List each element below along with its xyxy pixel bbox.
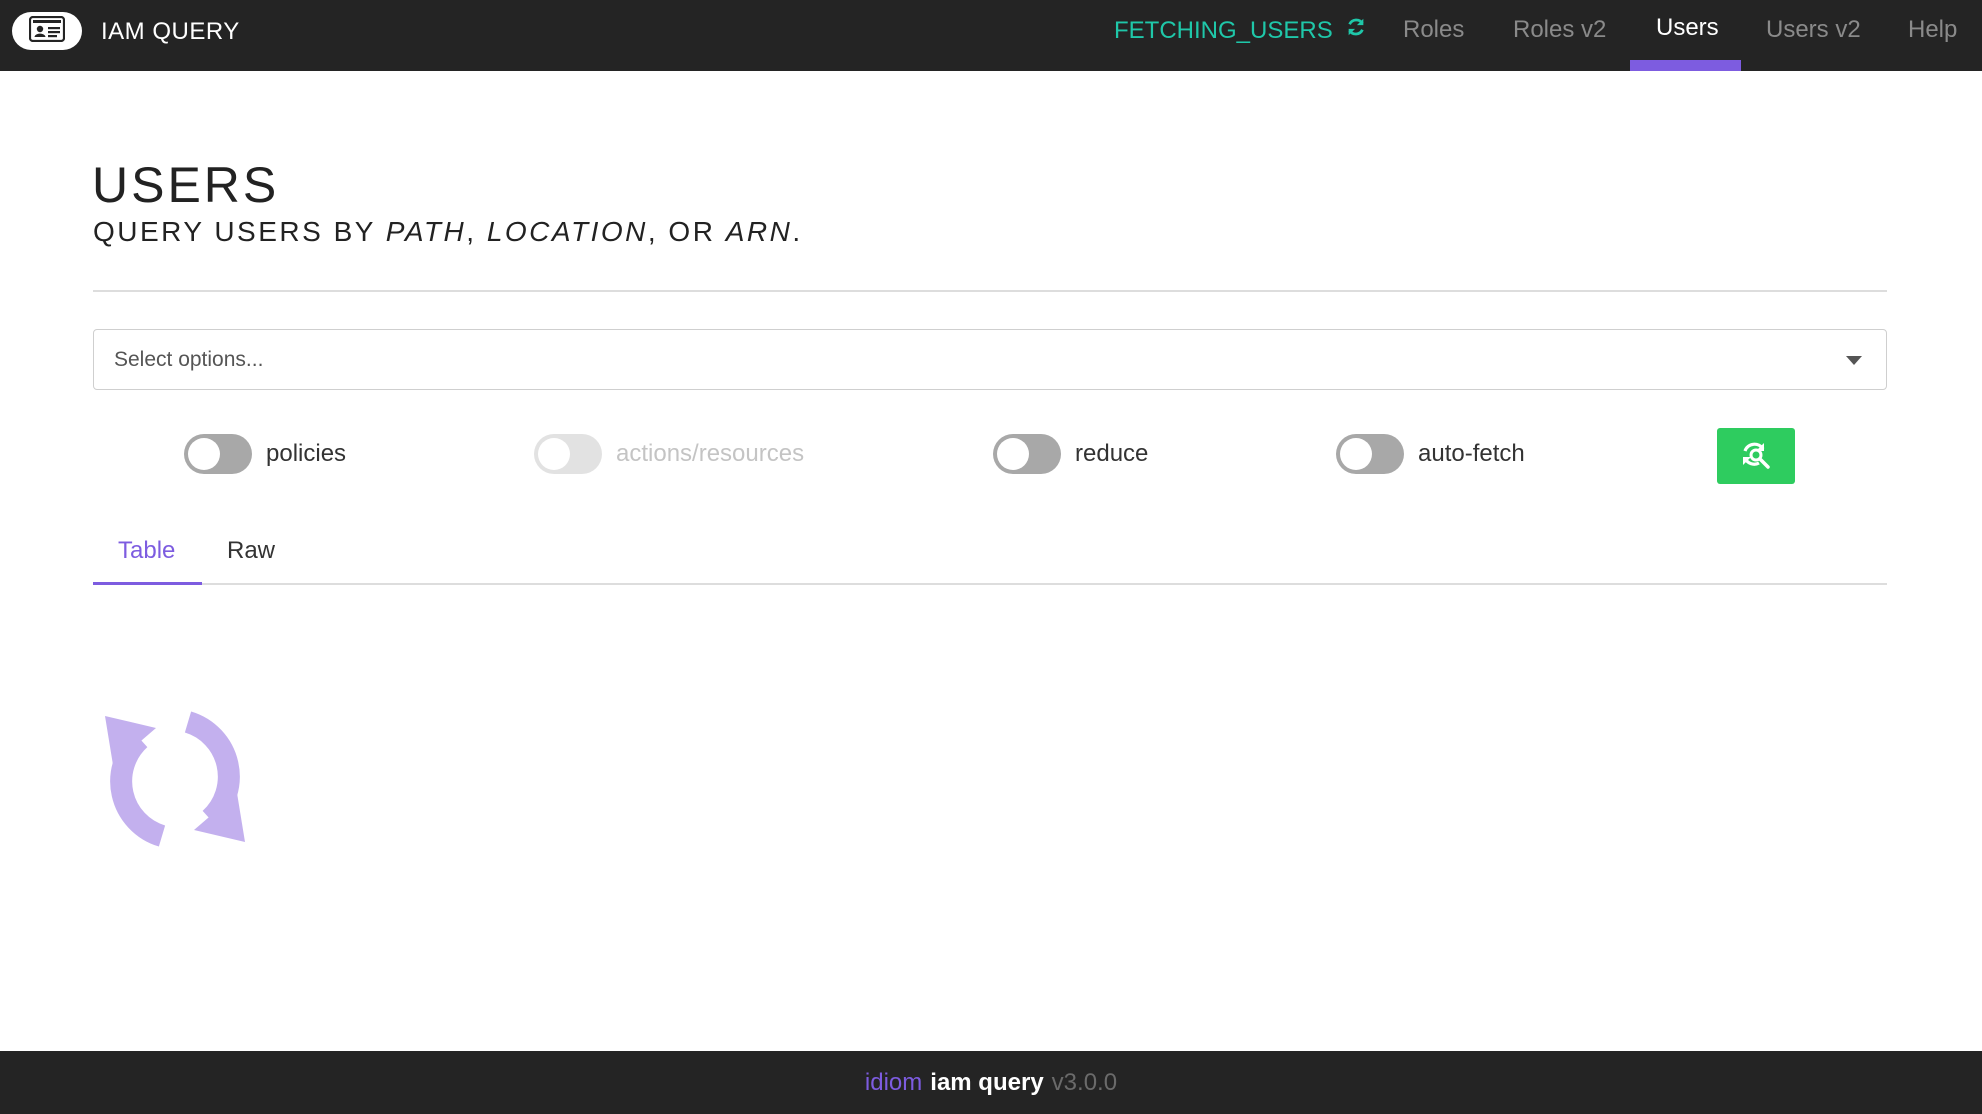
toggle-reduce[interactable]: reduce bbox=[993, 433, 1148, 475]
nav-roles-v2[interactable]: Roles v2 bbox=[1513, 16, 1606, 44]
search-refresh-icon bbox=[1740, 439, 1772, 474]
id-card-icon bbox=[28, 15, 66, 47]
loading-refresh-icon bbox=[104, 708, 246, 850]
options-select[interactable]: Select options... bbox=[93, 329, 1887, 390]
toggle-switch[interactable] bbox=[184, 434, 252, 474]
footer-brand[interactable]: idiom bbox=[865, 1069, 922, 1097]
fetch-status: FETCHING_USERS bbox=[1114, 16, 1367, 45]
toggle-actions-resources: actions/resources bbox=[534, 433, 804, 475]
logo-button[interactable] bbox=[12, 12, 82, 50]
search-button[interactable] bbox=[1717, 428, 1795, 484]
toggle-switch[interactable] bbox=[1336, 434, 1404, 474]
toggle-policies[interactable]: policies bbox=[184, 433, 346, 475]
toggle-switch[interactable] bbox=[993, 434, 1061, 474]
header-divider bbox=[93, 290, 1887, 292]
tab-table[interactable]: Table bbox=[118, 537, 175, 565]
nav-roles[interactable]: Roles bbox=[1403, 16, 1464, 44]
page-subtitle: QUERY USERS BY PATH, LOCATION, OR ARN. bbox=[93, 216, 803, 247]
nav-users-v2[interactable]: Users v2 bbox=[1766, 16, 1861, 44]
toggle-auto-fetch[interactable]: auto-fetch bbox=[1336, 433, 1525, 475]
tab-raw[interactable]: Raw bbox=[227, 537, 275, 565]
toggle-label: policies bbox=[266, 440, 347, 467]
page-title: USERS bbox=[92, 157, 280, 213]
active-nav-indicator bbox=[1630, 60, 1741, 71]
app-title: IAM QUERY bbox=[101, 18, 240, 45]
top-navbar: IAM QUERY FETCHING_USERS Roles Roles v2 … bbox=[0, 0, 1982, 71]
select-placeholder: Select options... bbox=[114, 348, 264, 371]
status-text: FETCHING_USERS bbox=[1114, 16, 1333, 44]
toggle-label: reduce bbox=[1075, 440, 1149, 467]
toggle-label: actions/resources bbox=[616, 440, 805, 467]
tabs-divider bbox=[93, 583, 1887, 585]
footer-version: v3.0.0 bbox=[1051, 1068, 1118, 1096]
nav-help[interactable]: Help bbox=[1908, 16, 1957, 44]
toggle-switch bbox=[534, 434, 602, 474]
toggle-label: auto-fetch bbox=[1418, 440, 1525, 467]
footer-product: iam query bbox=[930, 1068, 1044, 1096]
chevron-down-icon[interactable] bbox=[1846, 356, 1862, 365]
footer: idiom iam query v3.0.0 bbox=[0, 1051, 1982, 1114]
active-tab-indicator bbox=[93, 582, 202, 585]
refresh-icon bbox=[1345, 16, 1367, 45]
nav-users[interactable]: Users bbox=[1656, 14, 1719, 42]
